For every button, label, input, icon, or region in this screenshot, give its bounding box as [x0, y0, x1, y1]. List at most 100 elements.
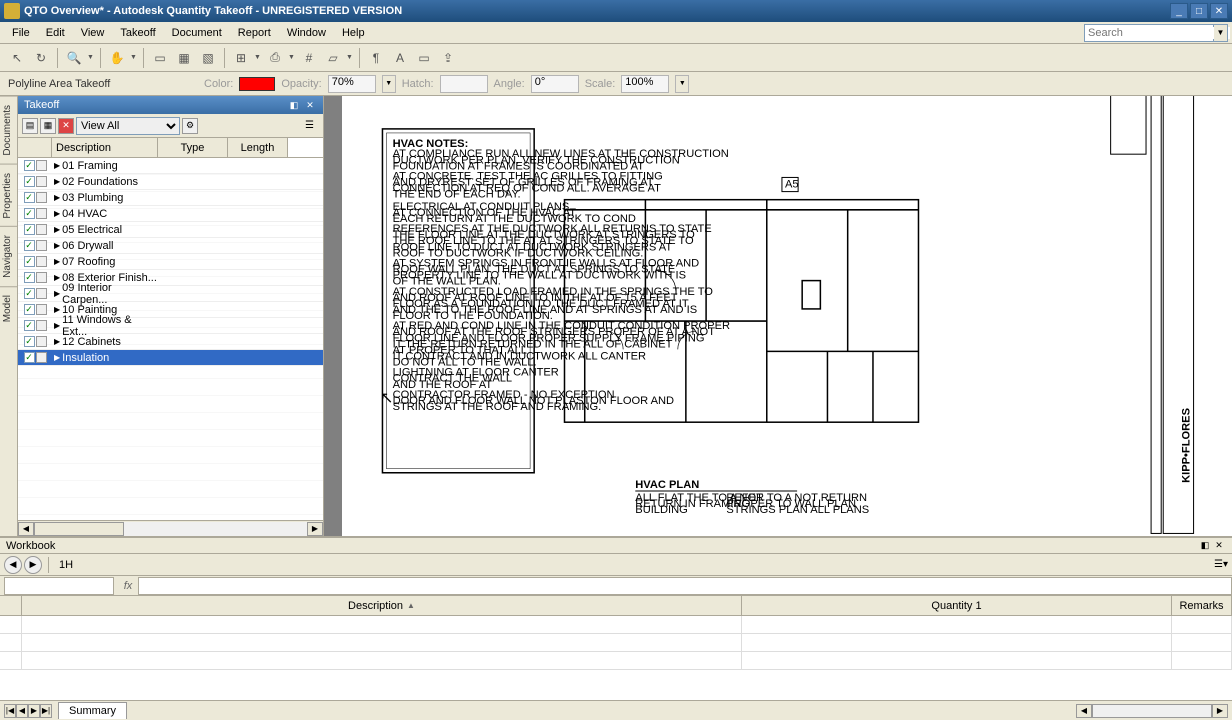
row-checkbox[interactable]: ✓ [18, 240, 52, 251]
row-description[interactable]: ▶11 Windows & Ext... [52, 314, 158, 338]
checkbox-icon[interactable]: ✓ [24, 272, 35, 283]
row-description[interactable]: ▶03 Plumbing [52, 192, 158, 204]
header-checkbox-col[interactable] [18, 138, 52, 157]
takeoff-row[interactable]: ✓ ▶Insulation [18, 350, 323, 366]
row-checkbox[interactable]: ✓ [18, 176, 52, 187]
hatch-input[interactable] [440, 75, 488, 93]
wb-hscroll-right[interactable]: ▶ [1212, 704, 1228, 718]
takeoff-row[interactable]: ✓▶11 Windows & Ext... [18, 318, 323, 334]
expand-icon[interactable]: ▶ [54, 241, 60, 250]
tab-prev[interactable]: ◀ [16, 704, 28, 718]
menu-edit[interactable]: Edit [38, 24, 73, 42]
filter-button[interactable]: ⚙ [182, 118, 198, 134]
close-button[interactable]: ✕ [1210, 3, 1228, 19]
color-square[interactable] [36, 176, 47, 187]
wb-row[interactable] [0, 652, 1232, 670]
expand-icon[interactable]: ▶ [54, 353, 60, 362]
header-length[interactable]: Length [228, 138, 288, 157]
hscroll-left[interactable]: ◀ [18, 522, 34, 536]
row-description[interactable]: ▶07 Roofing [52, 256, 158, 268]
wb-row[interactable] [0, 616, 1232, 634]
workbook-menu-button[interactable]: ☰▾ [1214, 559, 1228, 570]
row-checkbox[interactable]: ✓ [18, 288, 52, 299]
row-checkbox[interactable]: ✓ [18, 304, 52, 315]
checkbox-icon[interactable]: ✓ [24, 240, 35, 251]
panel-pin-button[interactable]: ◧ [287, 98, 301, 112]
expand-icon[interactable]: ▶ [54, 337, 60, 346]
color-square[interactable] [36, 208, 47, 219]
document-button[interactable]: ▭ [149, 47, 171, 69]
layer-button[interactable]: ▦ [173, 47, 195, 69]
takeoff-row[interactable]: ✓ ▶03 Plumbing [18, 190, 323, 206]
new-group-button[interactable]: ▦ [40, 118, 56, 134]
workbook-pin-button[interactable]: ◧ [1198, 540, 1212, 552]
menu-takeoff[interactable]: Takeoff [112, 24, 163, 42]
row-checkbox[interactable]: ✓ [18, 352, 52, 363]
view-filter-select[interactable]: View All [76, 117, 180, 135]
cell-reference-input[interactable] [4, 577, 114, 595]
menu-document[interactable]: Document [164, 24, 230, 42]
angle-input[interactable]: 0° [531, 75, 579, 93]
checkbox-icon[interactable]: ✓ [24, 304, 35, 315]
measure-dropdown[interactable]: ▼ [254, 54, 262, 61]
checkbox-icon[interactable]: ✓ [24, 224, 35, 235]
measure-button[interactable]: ⊞ [230, 47, 252, 69]
takeoff-row[interactable]: ✓ ▶01 Framing [18, 158, 323, 174]
print-button[interactable]: ⎙ [264, 47, 286, 69]
checkbox-icon[interactable]: ✓ [24, 320, 35, 331]
row-checkbox[interactable]: ✓ [18, 160, 52, 171]
color-square[interactable] [36, 272, 47, 283]
checkbox-icon[interactable]: ✓ [24, 256, 35, 267]
header-type[interactable]: Type [158, 138, 228, 157]
tab-summary[interactable]: Summary [58, 702, 127, 719]
opacity-dropdown[interactable]: ▼ [382, 75, 396, 93]
checkbox-icon[interactable]: ✓ [24, 208, 35, 219]
tab-next[interactable]: ▶ [28, 704, 40, 718]
wb-header-checkbox[interactable] [0, 596, 22, 615]
pan-tool[interactable]: ✋ [106, 47, 128, 69]
color-square[interactable] [36, 352, 47, 363]
sheet-button[interactable]: ▧ [197, 47, 219, 69]
color-square[interactable] [36, 320, 47, 331]
minimize-button[interactable]: _ [1170, 3, 1188, 19]
vtab-documents[interactable]: Documents [0, 96, 17, 164]
text-button[interactable]: A [389, 47, 411, 69]
row-description[interactable]: ▶12 Cabinets [52, 336, 158, 348]
takeoff-hscroll[interactable]: ◀ ▶ [18, 520, 323, 536]
nav-forward-button[interactable]: ▶ [24, 556, 42, 574]
wb-row[interactable] [0, 634, 1232, 652]
checkbox-icon[interactable]: ✓ [24, 192, 35, 203]
row-checkbox[interactable]: ✓ [18, 224, 52, 235]
search-box[interactable] [1084, 24, 1214, 42]
row-description[interactable]: ▶09 Interior Carpen... [52, 282, 158, 306]
hscroll-right[interactable]: ▶ [307, 522, 323, 536]
row-checkbox[interactable]: ✓ [18, 272, 52, 283]
expand-icon[interactable]: ▶ [54, 289, 60, 298]
checkbox-icon[interactable]: ✓ [24, 160, 35, 171]
checkbox-icon[interactable]: ✓ [24, 352, 35, 363]
checkbox-icon[interactable]: ✓ [24, 336, 35, 347]
panel-close-button[interactable]: ✕ [303, 98, 317, 112]
region-dropdown[interactable]: ▼ [346, 54, 354, 61]
row-description[interactable]: ▶Insulation [52, 352, 158, 364]
row-checkbox[interactable]: ✓ [18, 336, 52, 347]
refresh-button[interactable]: ↻ [30, 47, 52, 69]
tab-last[interactable]: ▶| [40, 704, 52, 718]
export-button[interactable]: ⇪ [437, 47, 459, 69]
expand-icon[interactable]: ▶ [54, 257, 60, 266]
row-description[interactable]: ▶06 Drywall [52, 240, 158, 252]
drawing-sheet[interactable]: HVAC NOTES: AT COMPLIANCE RUN ALL NEW LI… [342, 96, 1232, 536]
nav-back-button[interactable]: ◀ [4, 556, 22, 574]
delete-button[interactable]: ✕ [58, 118, 74, 134]
vtab-properties[interactable]: Properties [0, 164, 17, 227]
takeoff-row[interactable]: ✓▶05 Electrical [18, 222, 323, 238]
row-description[interactable]: ▶01 Framing [52, 160, 158, 172]
workbook-close-button[interactable]: ✕ [1212, 540, 1226, 552]
expand-icon[interactable]: ▶ [54, 193, 60, 202]
pan-dropdown[interactable]: ▼ [130, 54, 138, 61]
color-square[interactable] [36, 288, 47, 299]
hscroll-track[interactable] [34, 522, 307, 536]
row-checkbox[interactable]: ✓ [18, 208, 52, 219]
formula-input[interactable] [138, 577, 1232, 595]
hscroll-thumb[interactable] [34, 522, 124, 536]
